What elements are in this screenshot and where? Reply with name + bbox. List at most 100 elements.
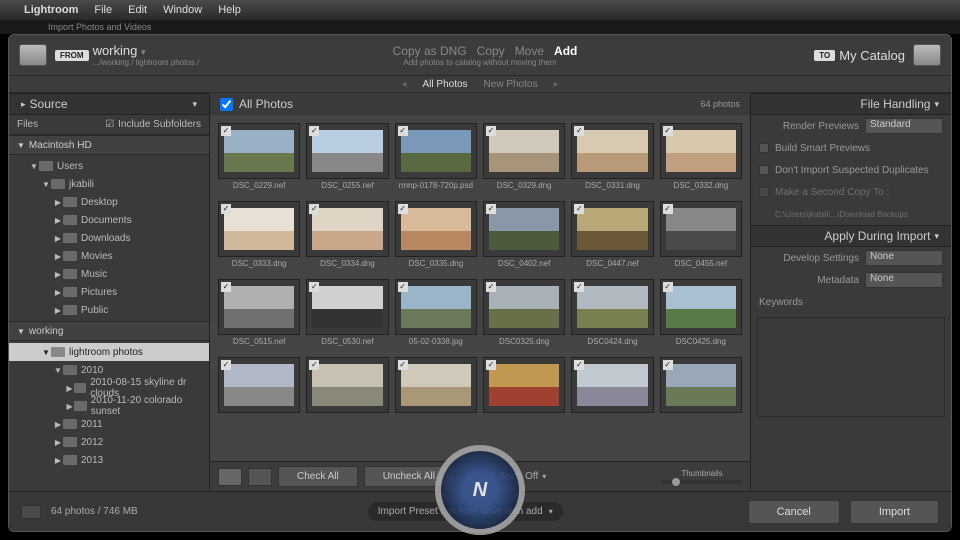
folder-2011[interactable]: ▶2011	[9, 415, 209, 433]
uncheck-all-button[interactable]: Uncheck All	[364, 466, 454, 487]
thumb-checkbox[interactable]: ✓	[221, 126, 231, 136]
thumbnail-cell[interactable]: ✓DSC_0255.nef	[306, 123, 388, 191]
source-panel-header[interactable]: ▸Source▾	[9, 93, 209, 115]
folder-downloads[interactable]: ▶Downloads	[9, 229, 209, 247]
thumbnail-cell[interactable]: ✓	[306, 357, 388, 425]
import-button[interactable]: Import	[850, 500, 939, 524]
second-copy-checkbox[interactable]	[759, 187, 769, 197]
thumbnail-cell[interactable]: ✓DSC_0455.nef	[660, 201, 742, 269]
folder-2010-11-20-colorado-sunset[interactable]: ▶2010-11-20 colorado sunset	[9, 397, 209, 415]
menu-edit[interactable]: Edit	[128, 4, 147, 16]
develop-settings-select[interactable]: None	[865, 250, 943, 266]
menu-file[interactable]: File	[94, 4, 112, 16]
thumb-checkbox[interactable]: ✓	[574, 282, 584, 292]
folder-jkabili[interactable]: ▼jkabili	[9, 175, 209, 193]
build-smart-previews-checkbox[interactable]	[759, 143, 769, 153]
loupe-view-button[interactable]	[248, 468, 272, 486]
folder-public[interactable]: ▶Public	[9, 301, 209, 319]
thumb-checkbox[interactable]: ✓	[663, 126, 673, 136]
folder-lightroom-photos[interactable]: ▼lightroom photos	[9, 343, 209, 361]
cancel-button[interactable]: Cancel	[748, 500, 840, 524]
thumbnail-cell[interactable]: ✓	[483, 357, 565, 425]
folder-2013[interactable]: ▶2013	[9, 451, 209, 469]
thumbnail-cell[interactable]: ✓	[660, 357, 742, 425]
thumb-checkbox[interactable]: ✓	[663, 282, 673, 292]
thumbnail-cell[interactable]: ✓05-02-0338.jpg	[395, 279, 477, 347]
thumb-checkbox[interactable]: ✓	[221, 282, 231, 292]
thumbnail-cell[interactable]: ✓DSC_0334.dng	[306, 201, 388, 269]
thumbnail-cell[interactable]: ✓DSC0424.dng	[571, 279, 653, 347]
import-mode-move[interactable]: Move	[515, 44, 544, 58]
thumbnail-cell[interactable]: ✓DSC_0335.dng	[395, 201, 477, 269]
tab-all-photos[interactable]: All Photos	[423, 79, 468, 90]
working-header[interactable]: ▼working	[9, 321, 209, 341]
thumb-checkbox[interactable]: ✓	[486, 360, 496, 370]
menu-window[interactable]: Window	[163, 4, 202, 16]
thumb-checkbox[interactable]: ✓	[574, 126, 584, 136]
import-mode-copy-as-dng[interactable]: Copy as DNG	[393, 44, 467, 58]
no-duplicates-checkbox[interactable]	[759, 165, 769, 175]
keywords-input[interactable]	[757, 317, 945, 417]
app-menu[interactable]: Lightroom	[24, 4, 78, 16]
include-subfolders-checkbox[interactable]: ☑	[105, 119, 114, 130]
import-preset[interactable]: Import Preset : rt from drive with add ▾	[368, 502, 563, 521]
volume-header[interactable]: ▼Macintosh HD	[9, 135, 209, 155]
thumbnail-cell[interactable]: ✓DSC_0332.dng	[660, 123, 742, 191]
thumb-checkbox[interactable]: ✓	[309, 204, 319, 214]
thumb-checkbox[interactable]: ✓	[486, 204, 496, 214]
import-mode-add[interactable]: Add	[554, 44, 577, 58]
folder-pictures[interactable]: ▶Pictures	[9, 283, 209, 301]
check-all-button[interactable]: Check All	[278, 466, 358, 487]
folder-music[interactable]: ▶Music	[9, 265, 209, 283]
thumbnail-cell[interactable]: ✓DSC_0331.dng	[571, 123, 653, 191]
menu-help[interactable]: Help	[218, 4, 241, 16]
thumb-checkbox[interactable]: ✓	[398, 204, 408, 214]
thumbnail-cell[interactable]: ✓	[395, 357, 477, 425]
metadata-select[interactable]: None	[865, 272, 943, 288]
thumb-checkbox[interactable]: ✓	[221, 204, 231, 214]
file-handling-header[interactable]: File Handling▾	[751, 93, 951, 115]
tab-new-photos[interactable]: New Photos	[484, 79, 538, 90]
thumbnail-cell[interactable]: ✓	[218, 357, 300, 425]
thumb-checkbox[interactable]: ✓	[309, 126, 319, 136]
folder-2012[interactable]: ▶2012	[9, 433, 209, 451]
thumb-checkbox[interactable]: ✓	[574, 204, 584, 214]
sort-value[interactable]: Off	[525, 471, 538, 482]
thumbnail-cell[interactable]: ✓	[571, 357, 653, 425]
folder-movies[interactable]: ▶Movies	[9, 247, 209, 265]
expand-toggle[interactable]	[21, 505, 41, 519]
thumb-checkbox[interactable]: ✓	[398, 360, 408, 370]
thumbnail-cell[interactable]: ✓DSC_0402.nef	[483, 201, 565, 269]
thumb-checkbox[interactable]: ✓	[398, 282, 408, 292]
thumbnail-size-slider[interactable]	[662, 480, 742, 484]
thumbnail-cell[interactable]: ✓DSC_0530.nef	[306, 279, 388, 347]
apply-during-import-header[interactable]: Apply During Import▾	[751, 225, 951, 247]
thumb-checkbox[interactable]: ✓	[574, 360, 584, 370]
grid-view-button[interactable]	[218, 468, 242, 486]
thumbnail-cell[interactable]: ✓DSC_0333.dng	[218, 201, 300, 269]
thumb-checkbox[interactable]: ✓	[486, 126, 496, 136]
thumb-checkbox[interactable]: ✓	[309, 282, 319, 292]
import-mode-copy[interactable]: Copy	[477, 44, 505, 58]
thumbnail-cell[interactable]: ✓DSC_0447.nef	[571, 201, 653, 269]
thumbnail-cell[interactable]: ✓DSC_0515.nef	[218, 279, 300, 347]
sort-dropdown-icon[interactable]: ▾	[542, 472, 546, 481]
from-source[interactable]: FROM working ▾ .../working / lightroom p…	[55, 43, 199, 67]
thumbnail-cell[interactable]: ✓DSC_0229.nef	[218, 123, 300, 191]
thumb-checkbox[interactable]: ✓	[486, 282, 496, 292]
folder-users[interactable]: ▼Users	[9, 157, 209, 175]
thumb-checkbox[interactable]: ✓	[309, 360, 319, 370]
to-destination[interactable]: TO My Catalog	[814, 44, 941, 66]
folder-desktop[interactable]: ▶Desktop	[9, 193, 209, 211]
thumbnail-cell[interactable]: ✓DSC0425.dng	[660, 279, 742, 347]
thumbnail-cell[interactable]: ✓DSC0325.dng	[483, 279, 565, 347]
folder-documents[interactable]: ▶Documents	[9, 211, 209, 229]
thumb-checkbox[interactable]: ✓	[221, 360, 231, 370]
thumb-checkbox[interactable]: ✓	[663, 360, 673, 370]
thumbnail-cell[interactable]: ✓DSC_0329.dng	[483, 123, 565, 191]
thumbnail-cell[interactable]: ✓rmnp-0178-720p.psd	[395, 123, 477, 191]
thumb-checkbox[interactable]: ✓	[663, 204, 673, 214]
thumb-checkbox[interactable]: ✓	[398, 126, 408, 136]
render-previews-select[interactable]: Standard	[865, 118, 943, 134]
select-all-checkbox[interactable]	[220, 98, 233, 111]
